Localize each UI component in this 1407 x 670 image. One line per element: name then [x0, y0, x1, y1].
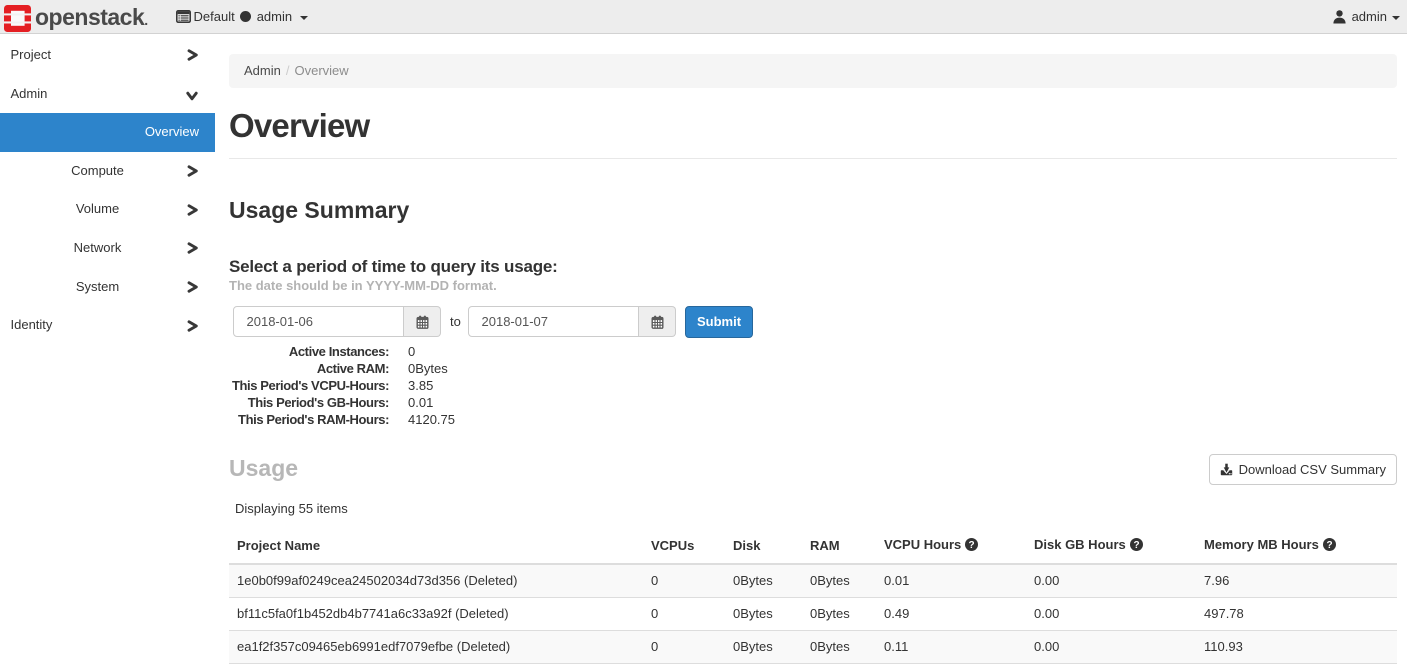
- svg-text:?: ?: [1326, 539, 1332, 550]
- svg-text:?: ?: [969, 539, 975, 550]
- svg-text:?: ?: [1133, 539, 1139, 550]
